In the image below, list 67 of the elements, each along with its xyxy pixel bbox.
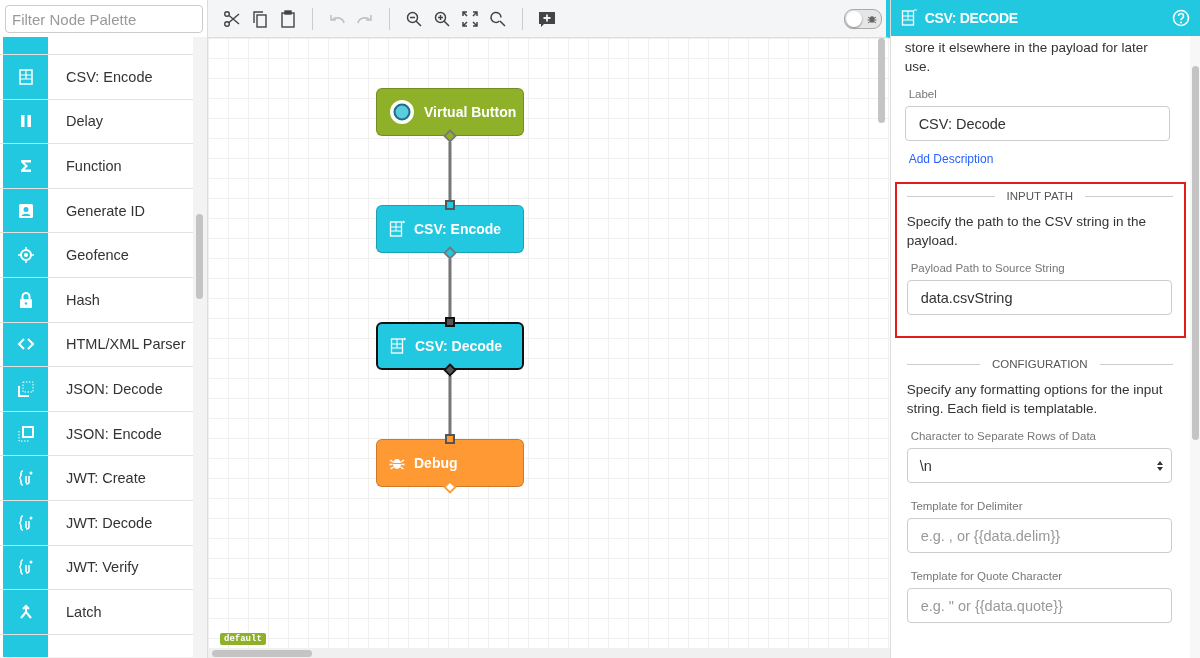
table-icon [390,337,406,355]
palette-item[interactable]: JWT: Create [0,456,193,501]
palette-item[interactable]: Generate ID [0,188,193,234]
cut-icon[interactable] [223,9,241,28]
radio-icon [389,99,415,125]
scrollbar-thumb[interactable] [196,214,203,299]
braces-icon [16,469,35,488]
table-icon [900,9,917,27]
node-description: store it elsewhere in the payload for later use. [904,39,1149,76]
table-icon [16,67,35,86]
input-port[interactable] [445,317,455,327]
panel-title: CSV: DECODE [924,10,1019,26]
scrollbar-thumb[interactable] [1192,66,1199,440]
field-label: Template for Quote Character [910,570,1064,582]
palette-item[interactable]: Delay [0,99,193,145]
dotted-square-icon [16,379,35,398]
paste-icon[interactable] [279,9,297,28]
select-field[interactable]: \n [906,448,1172,483]
input-field[interactable]: data.csvString [906,280,1172,315]
search-icon[interactable] [489,9,507,28]
braces-icon [16,558,35,577]
field-label: Character to Separate Rows of Data [910,430,1097,442]
debug-toggle[interactable] [843,8,882,29]
palette-icon-block [3,37,48,54]
input-field[interactable]: e.g. " or {{data.quote}} [906,588,1172,623]
flow-tag: default [220,633,266,645]
palette-item[interactable]: Latch [0,590,193,635]
target-icon [16,246,35,265]
section-description: Specify any formatting options for the input string. Each field is templatable. [906,381,1164,418]
add-comment-icon[interactable] [538,9,556,28]
scrollbar-thumb[interactable] [877,38,885,123]
fit-icon[interactable] [461,9,479,28]
palette-item[interactable]: HTML/XML Parser [0,322,193,368]
field-label: Payload Path to Source String [910,262,1066,274]
input-port[interactable] [445,200,455,210]
connector-line [448,376,452,434]
copy-icon[interactable] [251,9,269,28]
input-port[interactable] [445,434,455,444]
add-description-link[interactable]: Add Description [908,152,1175,166]
output-port[interactable] [443,363,457,377]
section-heading: CONFIGURATION [992,358,1088,370]
section-description: Specify the path to the CSV string in the payload. [906,213,1147,250]
bug-icon [866,13,877,24]
zoom-in-icon[interactable] [433,9,451,28]
table-icon [389,220,405,238]
palette-item[interactable]: CSV: Encode [0,55,193,100]
field-label: Template for Delimiter [910,500,1024,512]
id-card-icon [16,201,35,220]
palette-item[interactable]: JSON: Encode [0,411,193,457]
palette-item[interactable]: Function [0,144,193,189]
connector-line [448,259,452,317]
palette-item[interactable]: Geofence [0,233,193,278]
field-label: Label [908,88,938,100]
dotted-square-icon [16,424,35,443]
palette-item[interactable]: JWT: Verify [0,545,193,591]
connector-line [448,142,452,200]
palette-item[interactable]: JWT: Decode [0,500,193,546]
scrollbar-thumb[interactable] [212,650,312,657]
zoom-out-icon[interactable] [405,9,423,28]
section-heading: INPUT PATH [1006,190,1074,202]
filter-field[interactable]: Filter Node Palette [5,5,203,33]
updown-icon [1155,459,1164,472]
label-field[interactable]: CSV: Decode [904,106,1170,141]
braces-icon [16,513,35,532]
palette-item[interactable]: Hash [0,277,193,323]
palette-item[interactable]: JSON: Decode [0,367,193,412]
input-field[interactable]: e.g. , or {{data.delim}} [906,518,1172,553]
